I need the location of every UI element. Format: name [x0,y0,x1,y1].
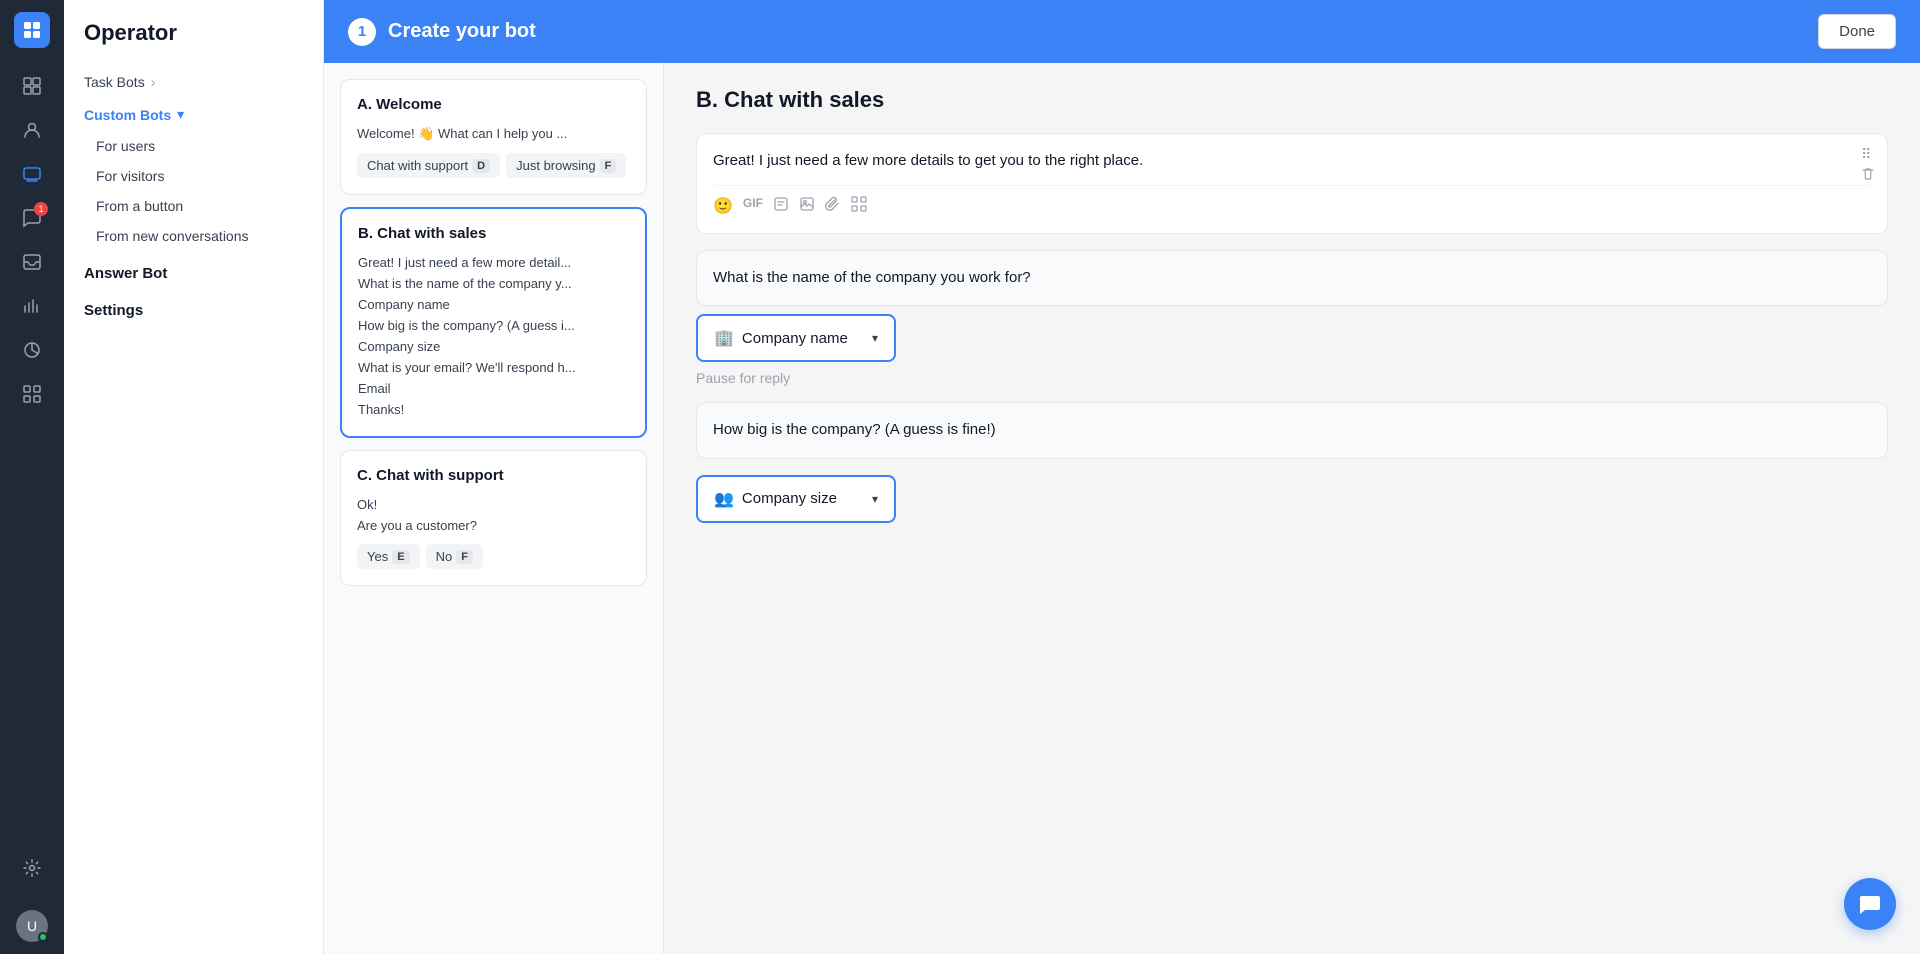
card-c-item-0: Ok! [357,494,630,515]
contacts-icon[interactable] [14,112,50,148]
image-icon[interactable] [799,196,815,217]
sidebar: Operator Task Bots › Custom Bots ▾ For u… [64,0,324,954]
header-left: 1 Create your bot [348,18,536,46]
app-logo[interactable] [14,12,50,48]
bot-card-b[interactable]: B. Chat with sales Great! I just need a … [340,207,647,438]
user-avatar[interactable]: U [16,910,48,942]
card-b-item-2: Company name [358,294,629,315]
chat-support-button[interactable] [1844,878,1896,930]
custom-bots-arrow: ▾ [177,106,184,123]
step-badge: 1 [348,18,376,46]
sidebar-item-custom-bots[interactable]: Custom Bots ▾ [64,98,323,131]
content-body: A. Welcome Welcome! 👋 What can I help yo… [324,63,1920,954]
detail-panel: B. Chat with sales ⠿ Great! I just need … [664,63,1920,954]
message-actions: ⠿ [1861,146,1875,184]
delete-icon[interactable] [1861,167,1875,184]
save-reply-dropdown-2[interactable]: 👥 Company size ▾ [696,475,896,523]
apps-tool-icon[interactable] [851,196,867,217]
sidebar-sub-from-new-conversations[interactable]: From new conversations [64,221,323,251]
operator-icon[interactable] [14,156,50,192]
card-c-item-1: Are you a customer? [357,515,630,536]
message-text-1: Great! I just need a few more details to… [713,150,1871,173]
card-c-title: C. Chat with support [357,467,630,484]
sidebar-sub-for-visitors[interactable]: For visitors [64,161,323,191]
card-a-options: Chat with support D Just browsing F [357,153,630,178]
message-block-1: ⠿ Great! I just need a few more details … [696,133,1888,234]
card-b-title: B. Chat with sales [358,225,629,242]
sidebar-sub-for-users[interactable]: For users [64,131,323,161]
company-size-icon: 👥 [714,489,734,509]
bot-card-a[interactable]: A. Welcome Welcome! 👋 What can I help yo… [340,79,647,195]
header-title: Create your bot [388,20,536,43]
pause-label: Pause for reply [696,370,1888,386]
detail-title: B. Chat with sales [696,87,1888,113]
sidebar-sub-from-button[interactable]: From a button [64,191,323,221]
card-a-option-1[interactable]: Just browsing F [506,153,626,178]
card-b-item-1: What is the name of the company y... [358,273,629,294]
card-b-item-6: Email [358,378,629,399]
drag-icon[interactable]: ⠿ [1861,146,1875,163]
analytics-icon[interactable] [14,332,50,368]
gif-icon[interactable]: GIF [743,196,763,217]
icon-rail: 1 U [0,0,64,954]
bot-card-c[interactable]: C. Chat with support Ok! Are you a custo… [340,450,647,586]
reports-icon[interactable] [14,288,50,324]
apps-icon[interactable] [14,376,50,412]
messages-icon[interactable]: 1 [14,200,50,236]
question-block-2: How big is the company? (A guess is fine… [696,402,1888,459]
card-b-item-5: What is your email? We'll respond h... [358,357,629,378]
card-b-item-3: How big is the company? (A guess i... [358,315,629,336]
custom-bots-label: Custom Bots [84,107,171,123]
sidebar-title: Operator [64,20,323,66]
card-a-option-0[interactable]: Chat with support D [357,153,500,178]
card-b-item-4: Company size [358,336,629,357]
message-toolbar: 🙂 GIF [713,185,1871,217]
messages-badge: 1 [34,202,48,216]
card-a-item-0: Welcome! 👋 What can I help you ... [357,123,630,145]
task-bots-arrow: › [151,74,156,90]
company-name-icon: 🏢 [714,328,734,348]
save-reply-dropdown-1[interactable]: 🏢 Company name ▾ [696,314,896,362]
note-icon[interactable] [773,196,789,217]
sidebar-item-answer-bot[interactable]: Answer Bot [64,251,323,288]
sidebar-item-settings[interactable]: Settings [64,288,323,325]
page-header: 1 Create your bot Done [324,0,1920,63]
cards-panel: A. Welcome Welcome! 👋 What can I help yo… [324,63,664,954]
inbox-icon[interactable] [14,244,50,280]
emoji-icon[interactable]: 🙂 [713,196,733,217]
save-reply-label-1: Company name [742,330,864,347]
main-content: 1 Create your bot Done A. Welcome Welcom… [324,0,1920,954]
card-b-item-7: Thanks! [358,399,629,420]
dashboard-icon[interactable] [14,68,50,104]
card-a-title: A. Welcome [357,96,630,113]
card-c-option-0[interactable]: Yes E [357,544,420,569]
card-b-item-0: Great! I just need a few more detail... [358,252,629,273]
task-bots-label: Task Bots [84,74,145,90]
done-button[interactable]: Done [1818,14,1896,49]
sidebar-item-task-bots[interactable]: Task Bots › [64,66,323,98]
card-c-option-1[interactable]: No F [426,544,483,569]
card-c-options: Yes E No F [357,544,630,569]
attachment-icon[interactable] [825,196,841,217]
question-block-1: What is the name of the company you work… [696,250,1888,307]
question-text-2: How big is the company? (A guess is fine… [713,419,1871,442]
question-text-1: What is the name of the company you work… [713,267,1871,290]
save-reply-arrow-2: ▾ [872,492,878,506]
settings-icon[interactable] [14,850,50,886]
save-reply-label-2: Company size [742,490,864,507]
online-indicator [38,932,48,942]
save-reply-arrow-1: ▾ [872,331,878,345]
